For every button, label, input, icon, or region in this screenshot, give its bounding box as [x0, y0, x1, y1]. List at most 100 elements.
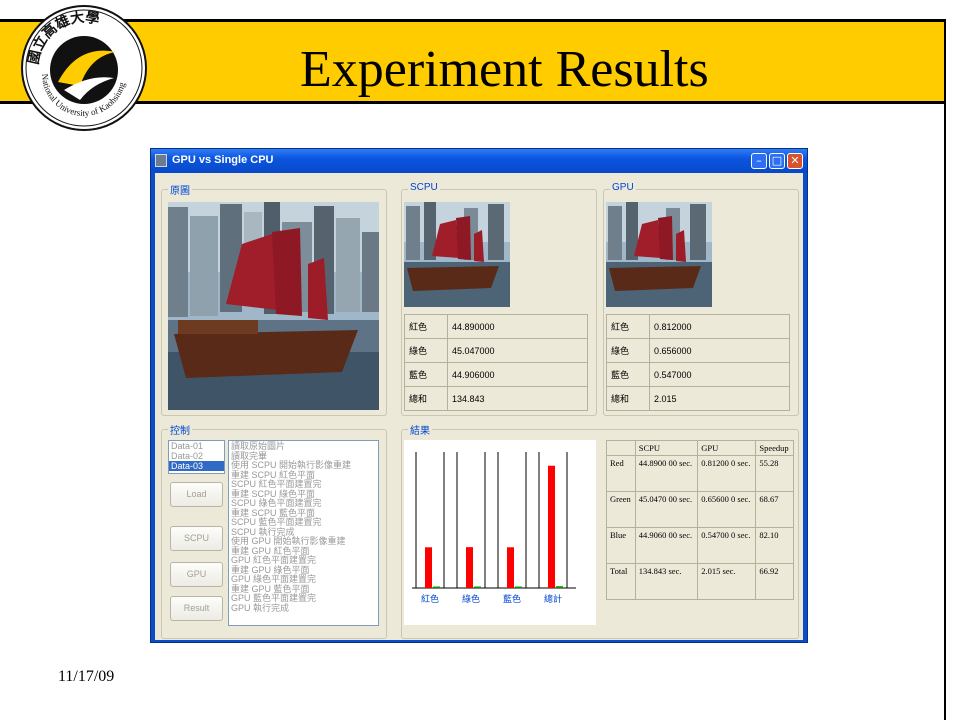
results-header-row: SCPU GPU Speedup [606, 440, 794, 456]
results-table: SCPU GPU Speedup Red 44.8900 00 sec. 0.81200 … [606, 440, 794, 600]
close-icon: ✕ [790, 154, 800, 167]
right-border-rule [944, 19, 946, 720]
control-group: 控制 Data-01 Data-02 Data-03 讀取原始圖片 讀取完畢 使用 SC… [161, 422, 387, 639]
gpu-group-label: GPU [610, 182, 636, 193]
stats-value: 45.047000 [447, 338, 588, 363]
chart-bar [515, 586, 522, 588]
app-icon [155, 154, 167, 167]
close-button[interactable]: ✕ [787, 153, 803, 169]
results-row: Red 44.8900 00 sec. 0.81200 0 sec. 55.28 [606, 455, 794, 492]
university-logo: 國立高雄大學 National University of Kaohsiung [20, 4, 148, 132]
chart-bar [474, 586, 481, 588]
client-area: 原圖 SCPU 紅色 44.890000 綠色 45.047000 藍色 44.… [155, 173, 803, 640]
results-scpu-cell: 45.0470 00 sec. [634, 491, 699, 528]
chart-bar [466, 547, 473, 588]
stats-value: 44.890000 [447, 314, 588, 339]
stats-value: 44.906000 [447, 362, 588, 387]
stats-label: 綠色 [606, 338, 650, 363]
window-title: GPU vs Single CPU [172, 154, 274, 166]
results-gpu-cell: 2.015 sec. [697, 563, 757, 600]
results-row: Total 134.843 sec. 2.015 sec. 66.92 [606, 563, 794, 600]
chart-category-label: 藍色 [503, 593, 521, 604]
minimize-button[interactable]: – [751, 153, 767, 169]
scpu-result-photo [404, 202, 510, 307]
results-group-label: 結果 [408, 422, 432, 437]
chart-category-label: 綠色 [462, 593, 480, 604]
maximize-icon: □ [771, 154, 783, 167]
stats-label: 紅色 [404, 314, 448, 339]
dataset-item[interactable]: Data-03 [169, 461, 224, 471]
results-name-cell: Green [606, 491, 636, 528]
load-button[interactable]: Load [170, 482, 223, 507]
results-scpu-cell: 134.843 sec. [634, 563, 699, 600]
chart-bar [433, 586, 440, 588]
results-header-cell: GPU [697, 440, 757, 456]
results-scpu-cell: 44.8900 00 sec. [634, 455, 699, 492]
results-scpu-cell: 44.9060 00 sec. [634, 527, 699, 564]
stats-value: 134.843 [447, 386, 588, 411]
dataset-item[interactable]: Data-02 [169, 451, 224, 461]
results-row: Blue 44.9060 00 sec. 0.54700 0 sec. 82.10 [606, 527, 794, 564]
results-header-cell [606, 440, 636, 456]
scpu-button[interactable]: SCPU [170, 526, 223, 551]
gpu-group: GPU 紅色 0.812000 綠色 0.656000 藍色 0.547000 … [603, 182, 799, 416]
stats-row: 藍色 44.906000 [404, 362, 588, 387]
minimize-icon: – [756, 154, 762, 167]
results-speedup-cell: 68.67 [755, 491, 794, 528]
original-image-group: 原圖 [161, 182, 387, 416]
original-photo [168, 202, 379, 410]
scpu-group-label: SCPU [408, 182, 440, 193]
stats-label: 總和 [404, 386, 448, 411]
chart-bar [548, 465, 555, 588]
results-gpu-cell: 0.65600 0 sec. [697, 491, 757, 528]
gpu-result-photo [606, 202, 712, 307]
results-header-cell: SCPU [634, 440, 699, 456]
chart-bar [507, 547, 514, 588]
results-header-cell: Speedup [755, 440, 794, 456]
stats-row: 紅色 44.890000 [404, 314, 588, 339]
stats-value: 0.812000 [649, 314, 790, 339]
results-gpu-cell: 0.81200 0 sec. [697, 455, 757, 492]
chart-category-label: 紅色 [421, 593, 439, 604]
slide-date: 11/17/09 [58, 668, 115, 685]
stats-label: 總和 [606, 386, 650, 411]
stats-row: 紅色 0.812000 [606, 314, 790, 339]
results-speedup-cell: 66.92 [755, 563, 794, 600]
maximize-button[interactable]: □ [769, 153, 785, 169]
app-window: GPU vs Single CPU – □ ✕ 原圖 SCPU 紅色 44.89… [150, 148, 808, 643]
bar-chart-svg: 紅色 綠色 藍色 總計 [412, 452, 576, 604]
slide-title: Experiment Results [300, 41, 709, 98]
dataset-item[interactable]: Data-01 [169, 441, 224, 451]
gpu-stats-table: 紅色 0.812000 綠色 0.656000 藍色 0.547000 總和 2.015 [606, 314, 790, 411]
stats-label: 藍色 [404, 362, 448, 387]
chart-bar [425, 547, 432, 588]
results-gpu-cell: 0.54700 0 sec. [697, 527, 757, 564]
stats-label: 綠色 [404, 338, 448, 363]
scpu-stats-table: 紅色 44.890000 綠色 45.047000 藍色 44.906000 總和 134.8… [404, 314, 588, 411]
control-group-label: 控制 [168, 422, 192, 437]
results-speedup-cell: 82.10 [755, 527, 794, 564]
chart-bar [556, 586, 563, 588]
stats-label: 藍色 [606, 362, 650, 387]
scpu-group: SCPU 紅色 44.890000 綠色 45.047000 藍色 44.906… [401, 182, 597, 416]
bar-chart: 紅色 綠色 藍色 總計 [404, 440, 596, 625]
result-button[interactable]: Result [170, 596, 223, 621]
log-line: GPU 執行完成 [231, 602, 290, 613]
stats-row: 總和 134.843 [404, 386, 588, 411]
execution-log[interactable]: 讀取原始圖片 讀取完畢 使用 SCPU 開始執行影像重建 重建 SCPU 紅色平面 SC… [228, 440, 379, 626]
results-group: 結果 紅色 綠色 藍色 總計 SCPU GPU Speedup Red 44.8900 00 … [401, 422, 799, 639]
results-speedup-cell: 55.28 [755, 455, 794, 492]
stats-value: 2.015 [649, 386, 790, 411]
title-bar[interactable]: GPU vs Single CPU – □ ✕ [151, 149, 807, 173]
gpu-button[interactable]: GPU [170, 562, 223, 587]
stats-row: 總和 2.015 [606, 386, 790, 411]
stats-label: 紅色 [606, 314, 650, 339]
stats-row: 綠色 0.656000 [606, 338, 790, 363]
results-name-cell: Red [606, 455, 636, 492]
stats-row: 綠色 45.047000 [404, 338, 588, 363]
results-name-cell: Total [606, 563, 636, 600]
stats-value: 0.547000 [649, 362, 790, 387]
stats-row: 藍色 0.547000 [606, 362, 790, 387]
results-name-cell: Blue [606, 527, 636, 564]
dataset-listbox[interactable]: Data-01 Data-02 Data-03 [168, 440, 225, 474]
